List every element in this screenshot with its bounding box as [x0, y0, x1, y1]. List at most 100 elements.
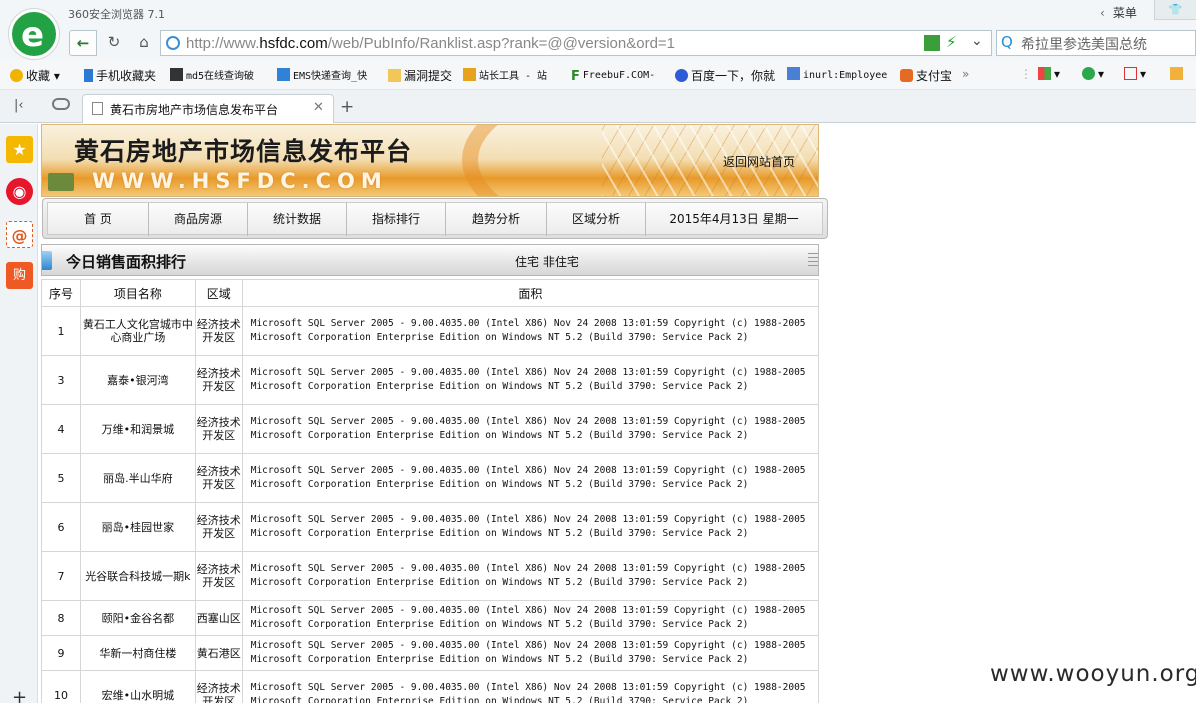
area-value: Microsoft SQL Server 2005 - 9.00.4035.00… — [241, 404, 820, 454]
project-name[interactable]: 颐阳•金谷名都 — [79, 600, 196, 636]
back-home-link[interactable]: 返回网站首页 — [723, 153, 795, 170]
document-icon — [92, 102, 103, 115]
ranking-table: 序号 项目名称 区域 面积 1 黄石工人文化宫城市中心商业广场 经济技术开发区 Mic… — [41, 279, 820, 703]
collapse-sidebar-icon[interactable]: |‹ — [14, 98, 24, 113]
table-row: 1 黄石工人文化宫城市中心商业广场 经济技术开发区 Microsoft SQL Ser… — [41, 306, 820, 356]
tab-active[interactable]: 黄石市房地产市场信息发布平台 ✕ — [82, 94, 334, 123]
refresh-button[interactable]: ↻ — [100, 30, 128, 56]
bookmark-vuln-submit[interactable]: 漏洞提交 — [388, 67, 452, 84]
url-text[interactable]: http://www.hsfdc.com/web/PubInfo/Ranklis… — [186, 35, 675, 52]
project-name[interactable]: 丽岛.半山华府 — [79, 453, 196, 503]
apps-icon[interactable]: ▾ — [1038, 67, 1060, 81]
freebuf-icon: F — [571, 69, 580, 84]
bookmark-favorites[interactable]: 收藏 ▾ — [10, 67, 60, 84]
row-no: 4 — [41, 404, 81, 454]
table-row: 9 华新一村商住楼 黄石港区 Microsoft SQL Server 2005 - … — [41, 635, 820, 671]
search-box[interactable]: Q 希拉里参选美国总统 — [996, 30, 1196, 56]
security-icon[interactable]: ▾ — [1082, 67, 1104, 81]
page-content: 黄石房地产市场信息发布平台 WWW.HSFDC.COM 返回网站首页 首 页 商… — [39, 124, 1196, 703]
district: 黄石港区 — [194, 635, 243, 671]
table-header-row: 序号 项目名称 区域 面积 — [41, 279, 820, 307]
shield-icon — [900, 69, 913, 82]
district: 经济技术开发区 — [194, 355, 243, 405]
row-no: 7 — [41, 551, 81, 601]
tab-bar: |‹ 黄石市房地产市场信息发布平台 ✕ + — [0, 90, 1196, 123]
district: 经济技术开发区 — [194, 453, 243, 503]
bookmark-webmaster-tools[interactable]: 站长工具 - 站 — [463, 67, 547, 82]
bookmark-mobile[interactable]: 手机收藏夹 — [84, 67, 156, 84]
watermark: www.wooyun.org — [990, 661, 1196, 687]
bookmark-inurl[interactable]: inurl:Employee — [787, 67, 887, 81]
grip-icon — [808, 253, 818, 269]
row-no: 9 — [41, 635, 81, 671]
col-header-size: 面积 — [241, 279, 820, 307]
area-value: Microsoft SQL Server 2005 - 9.00.4035.00… — [241, 600, 820, 636]
type-filter[interactable]: 住宅 非住宅 — [515, 253, 579, 270]
address-bar[interactable]: http://www.hsfdc.com/web/PubInfo/Ranklis… — [160, 30, 992, 56]
project-name[interactable]: 万维•和润景城 — [79, 404, 196, 454]
close-icon[interactable]: ✕ — [313, 100, 324, 115]
search-icon: Q — [1001, 33, 1013, 51]
back-button[interactable]: ← — [69, 30, 97, 56]
area-value: Microsoft SQL Server 2005 - 9.00.4035.00… — [241, 453, 820, 503]
project-name[interactable]: 嘉泰•银河湾 — [79, 355, 196, 405]
area-value: Microsoft SQL Server 2005 - 9.00.4035.00… — [241, 670, 820, 703]
folder-icon — [388, 69, 401, 82]
menu-trends[interactable]: 趋势分析 — [446, 203, 547, 236]
district: 经济技术开发区 — [194, 670, 243, 703]
menu-home[interactable]: 首 页 — [48, 203, 149, 236]
menu-rankings[interactable]: 指标排行 — [347, 203, 446, 236]
browser-logo-icon[interactable]: e — [9, 9, 59, 59]
site-banner: 黄石房地产市场信息发布平台 WWW.HSFDC.COM 返回网站首页 — [41, 124, 819, 197]
bookmark-freebuf[interactable]: F FreebuF.COM- — [571, 67, 655, 84]
district: 经济技术开发区 — [194, 502, 243, 552]
project-name[interactable]: 光谷联合科技城一期k — [79, 551, 196, 601]
site-menu: 首 页 商品房源 统计数据 指标排行 趋势分析 区域分析 2015年4月13日 … — [42, 198, 828, 239]
project-name[interactable]: 丽岛•桂园世家 — [79, 502, 196, 552]
site-domain: WWW.HSFDC.COM — [92, 169, 388, 193]
adblock-icon[interactable]: ▾ — [1124, 67, 1146, 81]
cloud-icon[interactable] — [52, 98, 70, 110]
extension-icon[interactable] — [1170, 67, 1186, 81]
phone-icon — [84, 69, 93, 82]
district: 经济技术开发区 — [194, 306, 243, 356]
row-no: 5 — [41, 453, 81, 503]
table-row: 10 宏维•山水明城 经济技术开发区 Microsoft SQL Server 200… — [41, 670, 820, 703]
weibo-icon[interactable]: ◉ — [6, 178, 33, 205]
bookmark-md5[interactable]: md5在线查询破 — [170, 67, 254, 82]
lightning-icon[interactable]: ⚡ — [946, 33, 957, 51]
menu-button[interactable]: ‹ 菜单 — [1100, 4, 1137, 21]
grid-icon — [170, 68, 183, 81]
chevron-down-icon[interactable]: ⌄ — [971, 33, 983, 49]
add-icon[interactable]: + — [12, 687, 27, 708]
google-icon — [787, 67, 800, 80]
section-marker-icon — [42, 251, 52, 270]
new-tab-button[interactable]: + — [340, 97, 354, 117]
district: 经济技术开发区 — [194, 551, 243, 601]
mail-icon[interactable]: @ — [6, 221, 33, 248]
menu-statistics[interactable]: 统计数据 — [248, 203, 347, 236]
favorites-icon[interactable]: ★ — [6, 136, 33, 163]
project-name[interactable]: 宏维•山水明城 — [79, 670, 196, 703]
home-button[interactable]: ⌂ — [130, 30, 158, 56]
col-header-area: 区域 — [194, 279, 243, 307]
project-name[interactable]: 黄石工人文化宫城市中心商业广场 — [79, 306, 196, 356]
bookmark-ems[interactable]: EMS快递查询_快 — [277, 67, 367, 82]
current-date: 2015年4月13日 星期一 — [669, 212, 799, 226]
bookmark-alipay[interactable]: 支付宝 — [900, 67, 952, 84]
row-no: 1 — [41, 306, 81, 356]
search-input[interactable]: 希拉里参选美国总统 — [1021, 34, 1147, 54]
menu-listings[interactable]: 商品房源 — [149, 203, 248, 236]
bookmark-baidu[interactable]: 百度一下，你就 — [675, 67, 775, 84]
more-bookmarks-icon[interactable]: » — [962, 67, 969, 81]
district: 经济技术开发区 — [194, 404, 243, 454]
shopping-icon[interactable]: 购 — [6, 262, 33, 289]
skin-button[interactable]: 👕 — [1154, 0, 1196, 20]
qr-code-icon[interactable] — [924, 35, 940, 51]
title-bar: 360安全浏览器 7.1 ‹ 菜单 👕 — [0, 0, 1196, 28]
col-header-name: 项目名称 — [79, 279, 196, 307]
separator-icon: ⋮ — [1020, 67, 1032, 81]
menu-regions[interactable]: 区域分析 — [547, 203, 646, 236]
row-no: 6 — [41, 502, 81, 552]
project-name[interactable]: 华新一村商住楼 — [79, 635, 196, 671]
